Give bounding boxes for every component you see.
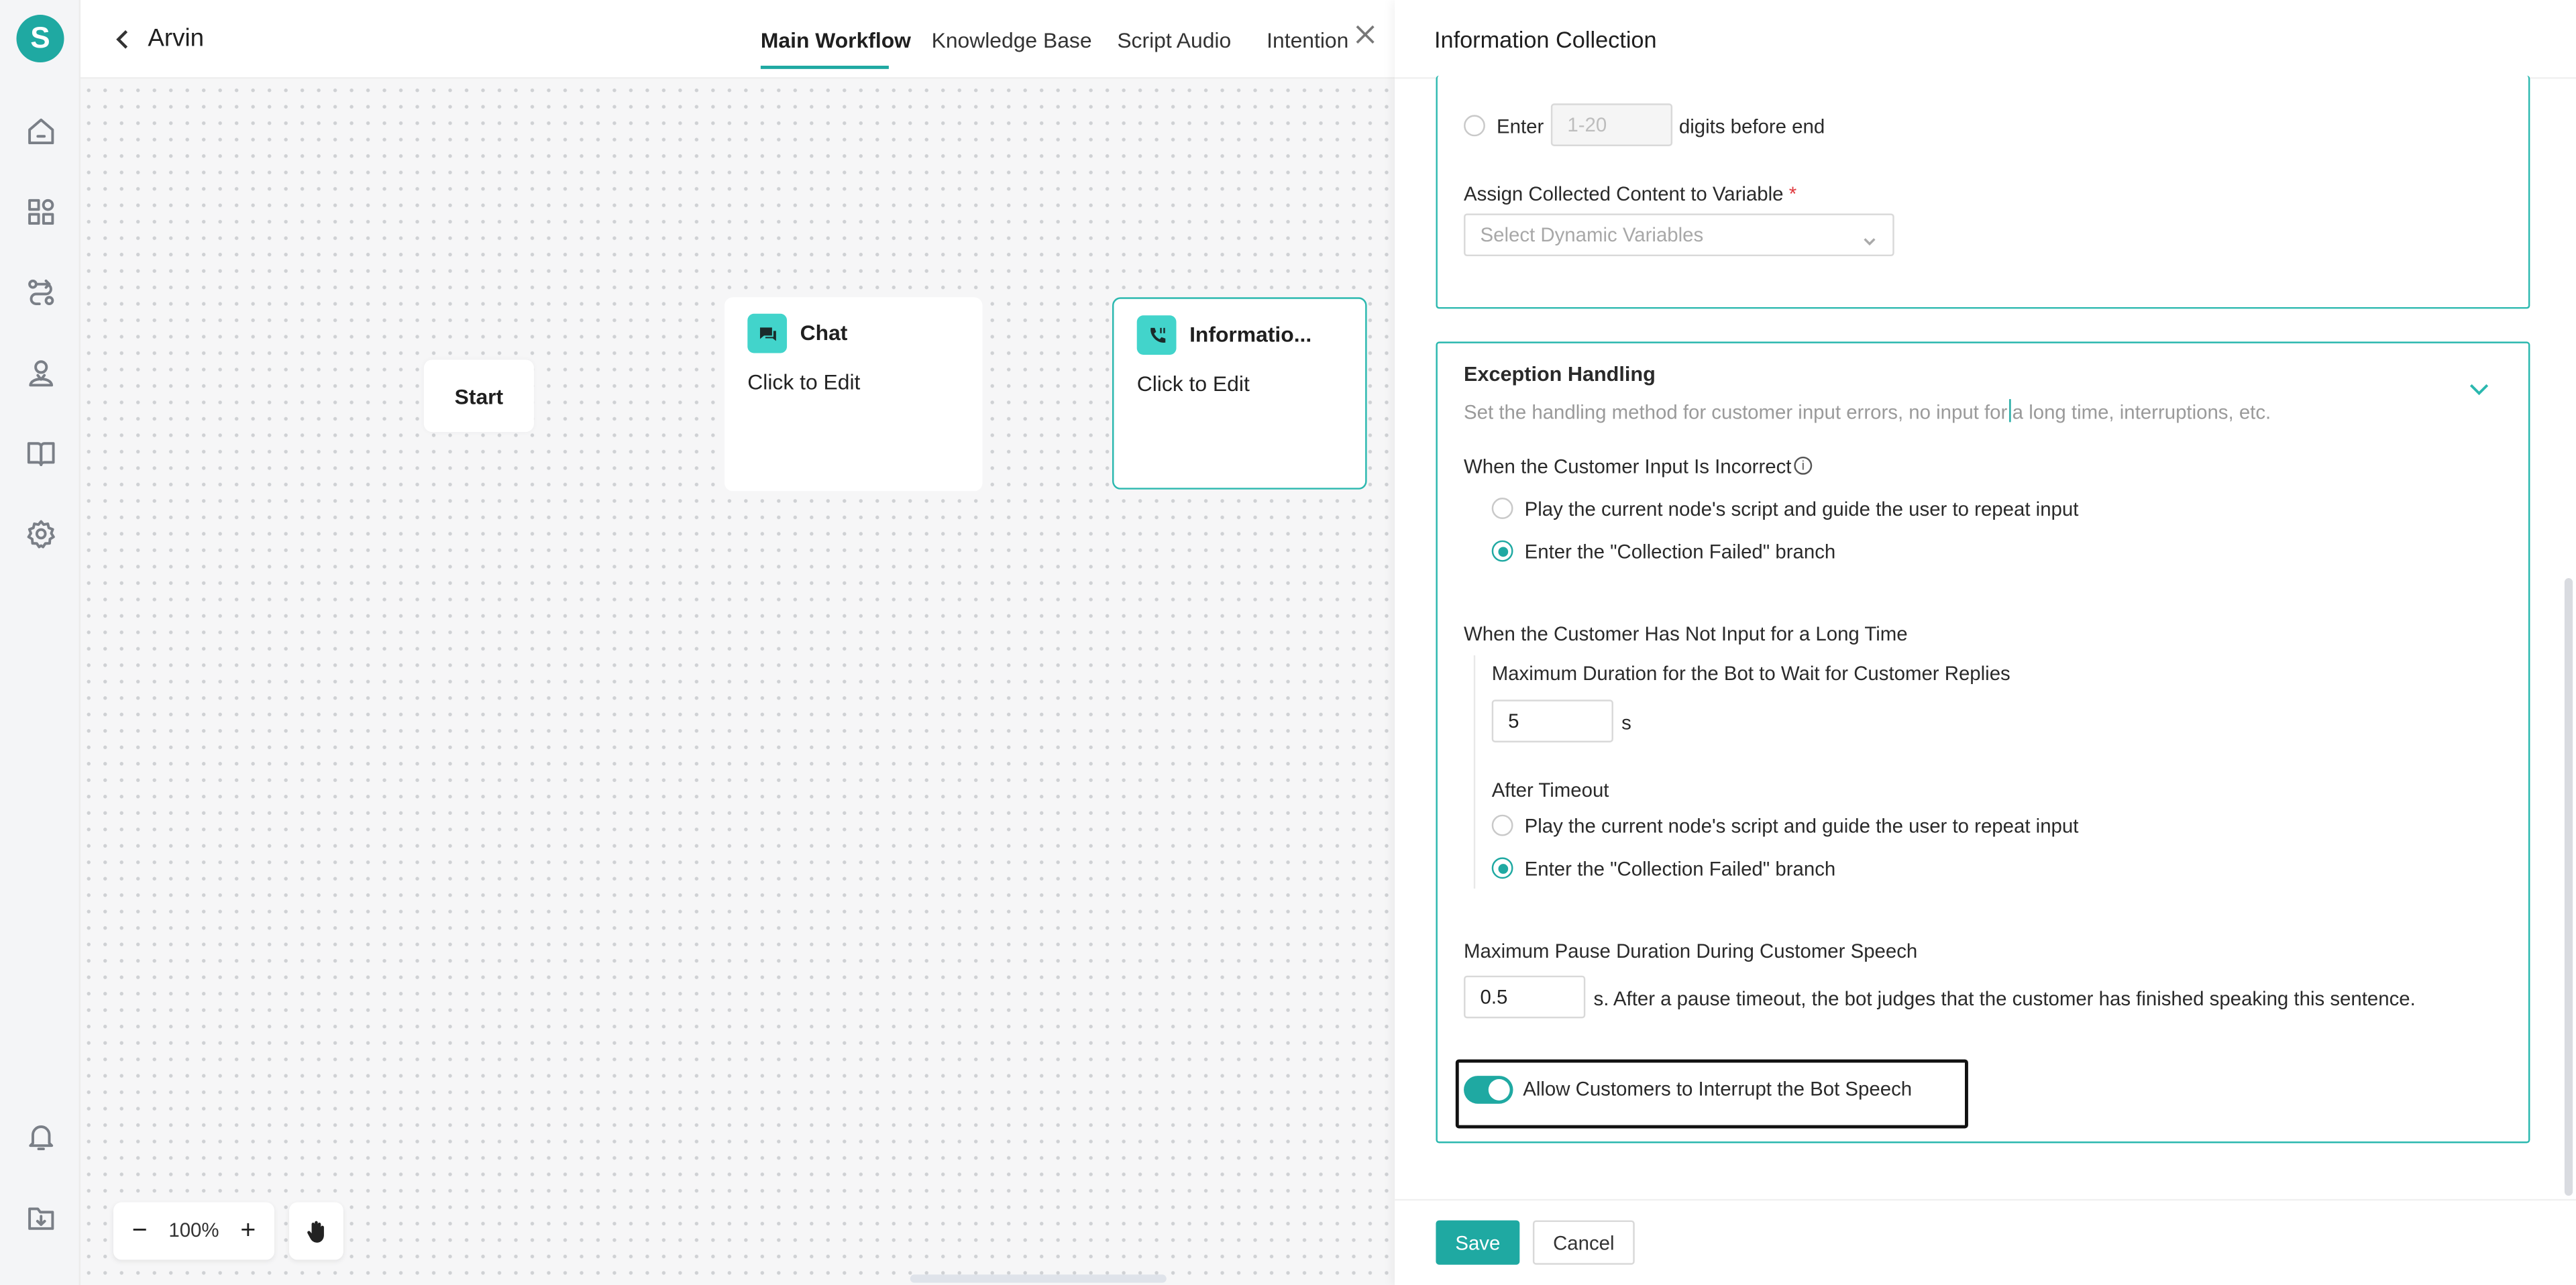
- enter-label: Enter: [1497, 115, 1544, 138]
- pause-duration-suffix: s. After a pause timeout, the bot judges…: [1593, 987, 2416, 1011]
- apps-icon[interactable]: [23, 194, 59, 230]
- drawer-vertical-scrollbar[interactable]: [2564, 578, 2573, 1196]
- dynamic-variable-select[interactable]: Select Dynamic Variables: [1464, 213, 1894, 257]
- timeout-failed-branch-label: Enter the "Collection Failed" branch: [1524, 857, 1836, 881]
- chevron-left-icon: [116, 30, 128, 49]
- chat-node[interactable]: Chat Click to Edit: [724, 297, 983, 492]
- timeout-repeat-label: Play the current node's script and guide…: [1524, 814, 2079, 838]
- start-node[interactable]: Start: [423, 359, 534, 433]
- workflow-canvas[interactable]: [80, 0, 1395, 1285]
- information-collection-node[interactable]: Informatio... Click to Edit: [1112, 297, 1367, 490]
- tab-main-workflow[interactable]: Main Workflow: [761, 28, 911, 53]
- agent-icon[interactable]: [23, 355, 59, 391]
- no-input-label: When the Customer Has Not Input for a Lo…: [1464, 622, 1908, 646]
- app-logo[interactable]: S: [16, 15, 64, 63]
- active-tab-indicator: [760, 65, 889, 69]
- download-icon[interactable]: [23, 1200, 59, 1237]
- info-icon[interactable]: i: [1794, 456, 1813, 475]
- assign-variable-label: Assign Collected Content to Variable *: [1464, 182, 1797, 206]
- exception-handling-panel: Exception Handling Set the handling meth…: [1436, 341, 2530, 1143]
- node-subtitle: Click to Edit: [1136, 371, 1250, 396]
- bell-icon[interactable]: [23, 1119, 59, 1155]
- digits-before-end-input[interactable]: 1-20: [1550, 103, 1673, 146]
- incorrect-repeat-radio[interactable]: [1491, 498, 1513, 519]
- zoom-level: 100%: [168, 1219, 219, 1242]
- incorrect-input-label: When the Customer Input Is Incorrect: [1464, 455, 1792, 478]
- incorrect-repeat-label: Play the current node's script and guide…: [1524, 498, 2079, 521]
- workflow-title: Arvin: [148, 24, 205, 53]
- node-subtitle: Click to Edit: [747, 370, 861, 394]
- indent-line: [1473, 655, 1476, 889]
- sidebar: S: [0, 0, 81, 1285]
- incorrect-failed-branch-label: Enter the "Collection Failed" branch: [1524, 540, 1836, 564]
- incorrect-failed-branch-radio[interactable]: [1491, 540, 1513, 562]
- enter-digits-radio[interactable]: [1464, 115, 1485, 137]
- back-button[interactable]: [112, 25, 135, 54]
- exception-handling-title: Exception Handling: [1464, 363, 1656, 386]
- hand-icon: [307, 1220, 324, 1242]
- cancel-button[interactable]: Cancel: [1532, 1220, 1635, 1265]
- max-wait-input[interactable]: 5: [1491, 700, 1613, 742]
- chevron-down-icon: [1862, 228, 1878, 246]
- phone-icon: [1136, 315, 1177, 355]
- pause-duration-input[interactable]: 0.5: [1464, 975, 1586, 1019]
- max-wait-unit: s: [1621, 711, 1631, 734]
- canvas-horizontal-scrollbar[interactable]: [910, 1274, 1167, 1283]
- drawer-footer: Save Cancel: [1395, 1198, 2576, 1285]
- book-icon[interactable]: [23, 435, 59, 471]
- timeout-failed-branch-radio[interactable]: [1491, 857, 1513, 879]
- max-wait-label: Maximum Duration for the Bot to Wait for…: [1491, 661, 2010, 685]
- node-title: Chat: [800, 320, 848, 345]
- digits-suffix: digits before end: [1678, 115, 1825, 138]
- tab-intention[interactable]: Intention: [1267, 28, 1348, 53]
- chat-icon: [747, 313, 788, 353]
- tab-script-audio[interactable]: Script Audio: [1117, 28, 1231, 53]
- drawer-title: Information Collection: [1434, 26, 1657, 53]
- zoom-controls: − 100% +: [113, 1202, 274, 1260]
- collapse-chevron-icon[interactable]: [2467, 378, 2490, 400]
- save-button[interactable]: Save: [1436, 1220, 1520, 1265]
- zoom-in-button[interactable]: +: [231, 1203, 264, 1260]
- close-icon: [1356, 25, 1375, 44]
- gear-icon[interactable]: [23, 516, 59, 552]
- pause-duration-label: Maximum Pause Duration During Customer S…: [1464, 939, 1918, 963]
- after-timeout-label: After Timeout: [1491, 778, 1609, 802]
- exception-handling-description: Set the handling method for customer inp…: [1464, 396, 2271, 424]
- tab-knowledge-base[interactable]: Knowledge Base: [932, 28, 1092, 53]
- close-drawer-button[interactable]: [1355, 23, 1378, 46]
- collection-settings-panel: Enter 1-20 digits before end Assign Coll…: [1436, 75, 2530, 309]
- node-title: Informatio...: [1189, 322, 1312, 347]
- home-icon[interactable]: [23, 113, 59, 150]
- timeout-repeat-radio[interactable]: [1491, 814, 1513, 836]
- pan-hand-button[interactable]: [289, 1202, 343, 1260]
- top-bar: Arvin Main Workflow Knowledge Base Scrip…: [80, 0, 1395, 79]
- zoom-out-button[interactable]: −: [123, 1203, 156, 1260]
- focus-highlight: [1455, 1059, 1968, 1129]
- workflow-icon[interactable]: [23, 274, 59, 311]
